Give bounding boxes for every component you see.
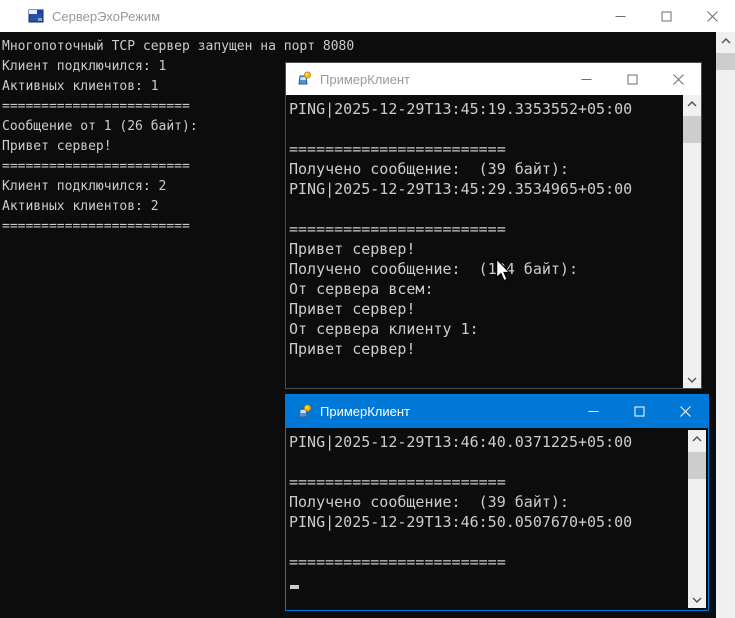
client2-console-text: PING|2025-12-29T13:46:40.0371225+05:00 ==… xyxy=(286,428,708,596)
console-line: ======================== xyxy=(289,219,698,239)
console-line xyxy=(289,199,698,219)
console-line xyxy=(289,119,698,139)
console-line: ======================== xyxy=(289,139,698,159)
console-line xyxy=(289,532,705,552)
client2-window-controls xyxy=(570,395,708,428)
console-line: Привет сервер! xyxy=(289,299,698,319)
console-line: От сервера клиенту 1: xyxy=(289,319,698,339)
maximize-button[interactable] xyxy=(616,395,662,428)
scroll-up-icon[interactable] xyxy=(683,95,701,112)
client2-window-title: ПримерКлиент xyxy=(320,404,570,419)
console-line: PING|2025-12-29T13:45:19.3353552+05:00 xyxy=(289,99,698,119)
client2-scrollbar-thumb[interactable] xyxy=(688,452,706,479)
client2-scrollbar-track[interactable] xyxy=(688,447,706,591)
server-window-controls xyxy=(597,0,735,32)
client-window-1: ПримерКлиент PING|2025-12-29T13:45:19.33… xyxy=(285,62,702,389)
maximize-button[interactable] xyxy=(609,63,655,95)
console-line: Получено сообщение: (124 байт): xyxy=(289,259,698,279)
console-line: Получено сообщение: (39 байт): xyxy=(289,492,705,512)
client1-scrollbar-track[interactable] xyxy=(683,112,701,371)
client2-console-output[interactable]: PING|2025-12-29T13:46:40.0371225+05:00 ==… xyxy=(286,428,708,610)
minimize-button[interactable] xyxy=(570,395,616,428)
close-button[interactable] xyxy=(662,395,708,428)
server-titlebar[interactable]: СерверЭхоРежим xyxy=(0,0,735,32)
scroll-down-icon[interactable] xyxy=(688,591,706,608)
server-scrollbar[interactable] xyxy=(716,32,735,618)
minimize-button[interactable] xyxy=(597,0,643,32)
console-window-icon xyxy=(28,8,44,24)
console-line: От сервера всем: xyxy=(289,279,698,299)
console-line: ======================== xyxy=(289,552,705,572)
console-line: PING|2025-12-29T13:46:50.0507670+05:00 xyxy=(289,512,705,532)
desktop: СерверЭхоРежим Многопоточный TCP сервер … xyxy=(0,0,735,618)
client2-scrollbar[interactable] xyxy=(688,430,706,608)
console-line: Многопоточный TCP сервер запущен на порт… xyxy=(2,37,714,57)
close-button[interactable] xyxy=(655,63,701,95)
scroll-down-icon[interactable] xyxy=(683,371,701,388)
server-window-title: СерверЭхоРежим xyxy=(52,9,597,24)
client1-window-title: ПримерКлиент xyxy=(320,72,563,87)
console-text-cursor xyxy=(290,585,299,589)
console-line: Привет сервер! xyxy=(289,239,698,259)
scroll-up-icon[interactable] xyxy=(688,430,706,447)
client-app-icon xyxy=(296,71,312,87)
console-line: Получено сообщение: (39 байт): xyxy=(289,159,698,179)
console-line: PING|2025-12-29T13:46:40.0371225+05:00 xyxy=(289,432,705,452)
console-line xyxy=(289,452,705,472)
server-scrollbar-thumb[interactable] xyxy=(716,53,735,70)
client1-scrollbar[interactable] xyxy=(683,95,701,388)
close-button[interactable] xyxy=(689,0,735,32)
client-app-icon xyxy=(296,404,312,420)
console-line xyxy=(289,572,705,592)
client-window-2: ПримерКлиент PING|2025-12-29T13:46:40.03… xyxy=(285,394,709,611)
client1-console-text: PING|2025-12-29T13:45:19.3353552+05:00 ==… xyxy=(286,95,701,363)
console-line: ======================== xyxy=(289,472,705,492)
console-line: Привет сервер! xyxy=(289,339,698,359)
maximize-button[interactable] xyxy=(643,0,689,32)
server-scrollbar-track[interactable] xyxy=(716,49,735,618)
minimize-button[interactable] xyxy=(563,63,609,95)
client1-console-output[interactable]: PING|2025-12-29T13:45:19.3353552+05:00 ==… xyxy=(286,95,701,388)
client2-titlebar[interactable]: ПримерКлиент xyxy=(286,395,708,428)
client1-scrollbar-thumb[interactable] xyxy=(683,116,701,143)
client1-titlebar[interactable]: ПримерКлиент xyxy=(286,63,701,95)
client1-window-controls xyxy=(563,63,701,95)
console-line: PING|2025-12-29T13:45:29.3534965+05:00 xyxy=(289,179,698,199)
scroll-up-icon[interactable] xyxy=(716,32,735,49)
